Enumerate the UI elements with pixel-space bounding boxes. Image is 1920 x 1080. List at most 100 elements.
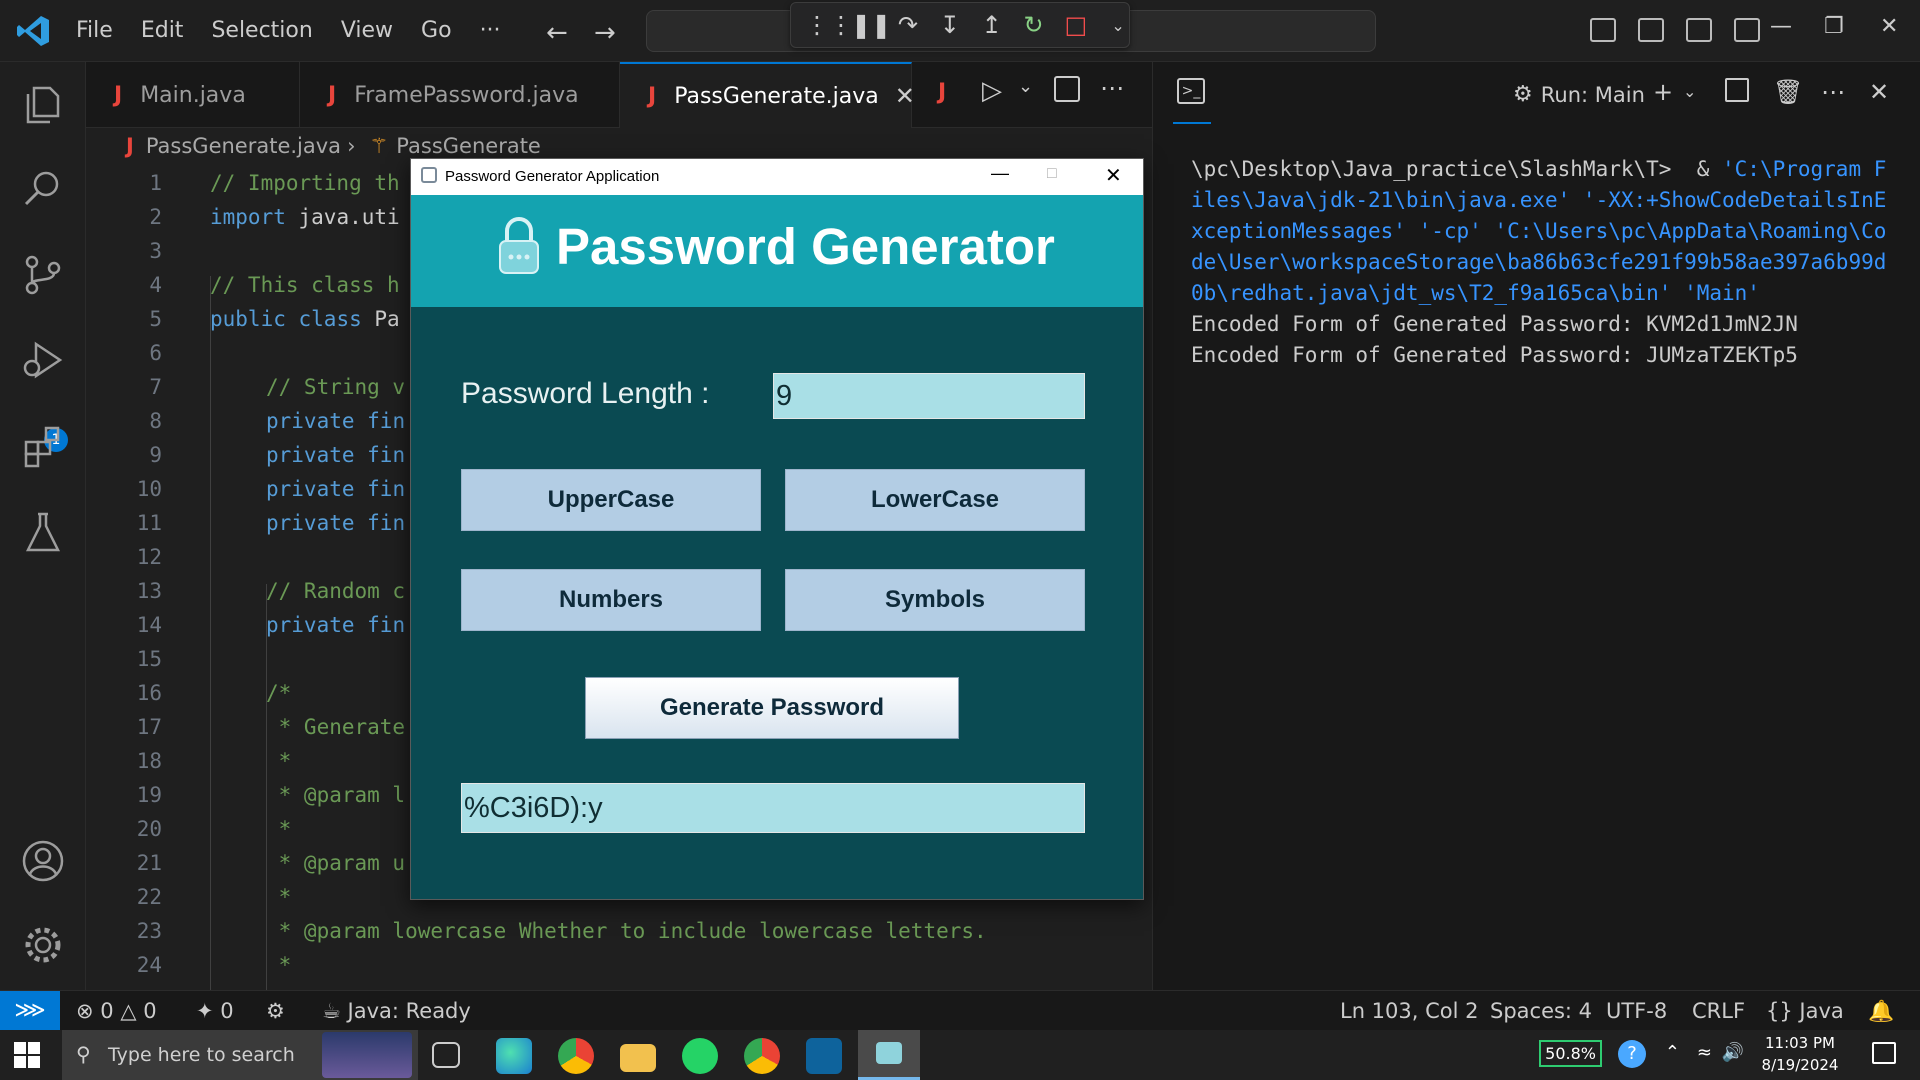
forward-arrow-icon[interactable]: →: [594, 18, 616, 48]
symbols-button[interactable]: Symbols: [785, 569, 1085, 631]
testing-flask-icon[interactable]: [20, 510, 66, 556]
restore-icon[interactable]: ❐: [1824, 14, 1844, 39]
step-over-icon[interactable]: ↷: [897, 11, 919, 39]
menu-more[interactable]: ···: [480, 18, 501, 43]
editor-tabs: J Main.java J FramePassword.java J PassG…: [86, 62, 1152, 128]
settings-gear-icon[interactable]: [20, 922, 66, 968]
remote-indicator-icon[interactable]: ⋙: [0, 991, 60, 1031]
back-arrow-icon[interactable]: ←: [546, 18, 568, 48]
chrome-icon[interactable]: [558, 1038, 594, 1074]
more-actions-icon[interactable]: ⋯: [1821, 78, 1845, 106]
minimize-icon[interactable]: —: [1770, 14, 1792, 39]
code-line: 24 *: [86, 948, 1052, 982]
clock-date[interactable]: 8/19/2024: [1756, 1056, 1844, 1074]
notification-center-icon[interactable]: [1872, 1042, 1896, 1064]
trash-icon[interactable]: 🗑: [1773, 78, 1803, 106]
toggle-secondary-sidebar-icon[interactable]: [1686, 18, 1712, 42]
extensions-icon[interactable]: [20, 424, 66, 470]
language-label: Java: [1799, 999, 1844, 1023]
search-icon[interactable]: [20, 166, 66, 212]
customize-layout-icon[interactable]: [1734, 18, 1760, 42]
toggle-panel-icon[interactable]: [1638, 18, 1664, 42]
run-play-icon[interactable]: ▷: [982, 76, 1002, 106]
wifi-icon[interactable]: ≈: [1697, 1042, 1712, 1063]
more-actions-icon[interactable]: ⋯: [1100, 74, 1124, 102]
help-icon[interactable]: ?: [1618, 1040, 1646, 1068]
language-mode[interactable]: {} Java: [1766, 999, 1844, 1023]
dialog-close-icon[interactable]: ✕: [1105, 163, 1122, 188]
split-terminal-icon[interactable]: [1725, 78, 1749, 102]
notifications-bell-icon[interactable]: 🔔: [1868, 999, 1894, 1024]
chevron-down-icon[interactable]: ⌄: [1683, 82, 1696, 101]
breadcrumb-file[interactable]: PassGenerate.java: [146, 134, 341, 158]
dialog-maximize-icon[interactable]: □: [1047, 165, 1057, 183]
stop-icon[interactable]: □: [1064, 11, 1087, 39]
java-status[interactable]: ☕ Java: Ready: [322, 999, 471, 1023]
chrome-profile-icon[interactable]: [744, 1038, 780, 1074]
explorer-icon[interactable]: [20, 82, 66, 128]
file-explorer-icon[interactable]: [620, 1044, 656, 1072]
terminal-output[interactable]: \pc\Desktop\Java_practice\SlashMark\T> &…: [1191, 154, 1891, 371]
clock-time[interactable]: 11:03 PM: [1756, 1034, 1844, 1052]
pause-icon[interactable]: ❚❚: [851, 11, 891, 39]
terminal-prompt: \pc\Desktop\Java_practice\SlashMark\T> &: [1191, 157, 1723, 181]
chevron-up-icon[interactable]: ⌃: [1665, 1042, 1680, 1063]
chevron-down-icon[interactable]: ⌄: [1107, 16, 1129, 35]
cursor-position[interactable]: Ln 103, Col 2: [1340, 999, 1479, 1023]
numbers-button[interactable]: Numbers: [461, 569, 761, 631]
debug-status-icon[interactable]: ⚙: [266, 999, 285, 1023]
close-panel-icon[interactable]: ✕: [1869, 78, 1889, 106]
task-view-icon[interactable]: [432, 1042, 460, 1068]
terminal-selector[interactable]: ⚙ Run: Main: [1513, 82, 1645, 107]
close-window-icon[interactable]: ✕: [1880, 14, 1898, 39]
generated-password-field[interactable]: %C3i6D):y: [461, 783, 1085, 833]
vscode-logo-icon[interactable]: [16, 14, 50, 48]
windows-start-icon[interactable]: [14, 1042, 40, 1068]
errors-status[interactable]: ⊗ 0 △ 0: [76, 999, 157, 1023]
tab-framepassword-java[interactable]: J FramePassword.java: [300, 62, 620, 128]
terminal-icon[interactable]: >_: [1177, 78, 1205, 104]
close-tab-icon[interactable]: ✕: [895, 82, 915, 110]
menu-file[interactable]: File: [76, 18, 113, 43]
java-app-taskbar-icon[interactable]: [858, 1030, 920, 1080]
encoding[interactable]: UTF-8: [1606, 999, 1667, 1023]
line-ending[interactable]: CRLF: [1692, 999, 1745, 1023]
toggle-sidebar-icon[interactable]: [1590, 18, 1616, 42]
line-number: 9: [149, 443, 162, 467]
uppercase-button[interactable]: UpperCase: [461, 469, 761, 531]
terminal-output-line: Encoded Form of Generated Password: KVM2…: [1191, 312, 1798, 336]
source-control-icon[interactable]: [20, 252, 66, 298]
menu-go[interactable]: Go: [421, 18, 452, 43]
taskbar-search[interactable]: ⚲ Type here to search: [62, 1030, 418, 1080]
restart-icon[interactable]: ↻: [1023, 11, 1045, 39]
step-into-icon[interactable]: ↧: [939, 11, 961, 39]
menu-view[interactable]: View: [341, 18, 393, 43]
vscode-taskbar-icon[interactable]: [806, 1038, 842, 1074]
split-editor-icon[interactable]: [1054, 76, 1080, 102]
step-out-icon[interactable]: ↥: [981, 11, 1003, 39]
password-length-input[interactable]: 9: [773, 373, 1085, 419]
lowercase-button[interactable]: LowerCase: [785, 469, 1085, 531]
tab-main-java[interactable]: J Main.java: [86, 62, 300, 128]
line-number: 19: [136, 783, 162, 807]
menu-edit[interactable]: Edit: [141, 18, 184, 43]
generate-password-button[interactable]: Generate Password: [585, 677, 959, 739]
active-tab-indicator: [1173, 122, 1211, 124]
dialog-minimize-icon[interactable]: —: [991, 163, 1009, 184]
new-terminal-plus-icon[interactable]: +: [1653, 78, 1673, 106]
account-icon[interactable]: [20, 838, 66, 884]
tab-passgenerate-java[interactable]: J PassGenerate.java ✕: [620, 62, 915, 128]
status-bar: ⋙ ⊗ 0 △ 0 ✦ 0 ⚙ ☕ Java: Ready Ln 103, Co…: [0, 990, 1920, 1031]
breadcrumb-symbol[interactable]: PassGenerate: [396, 134, 541, 158]
chevron-down-icon[interactable]: ⌄: [1018, 76, 1033, 97]
edge-browser-icon[interactable]: [496, 1038, 532, 1074]
password-generator-window: Password Generator Application — □ ✕ Pas…: [410, 158, 1144, 900]
drag-handle-icon[interactable]: ⋮⋮: [805, 11, 853, 39]
volume-icon[interactable]: 🔊: [1722, 1042, 1744, 1063]
battery-indicator[interactable]: 50.8%: [1539, 1040, 1602, 1067]
menu-selection[interactable]: Selection: [211, 18, 312, 43]
run-debug-icon[interactable]: [20, 338, 66, 384]
whatsapp-icon[interactable]: [682, 1038, 718, 1074]
indentation[interactable]: Spaces: 4: [1490, 999, 1592, 1023]
ports-status[interactable]: ✦ 0: [196, 999, 234, 1023]
